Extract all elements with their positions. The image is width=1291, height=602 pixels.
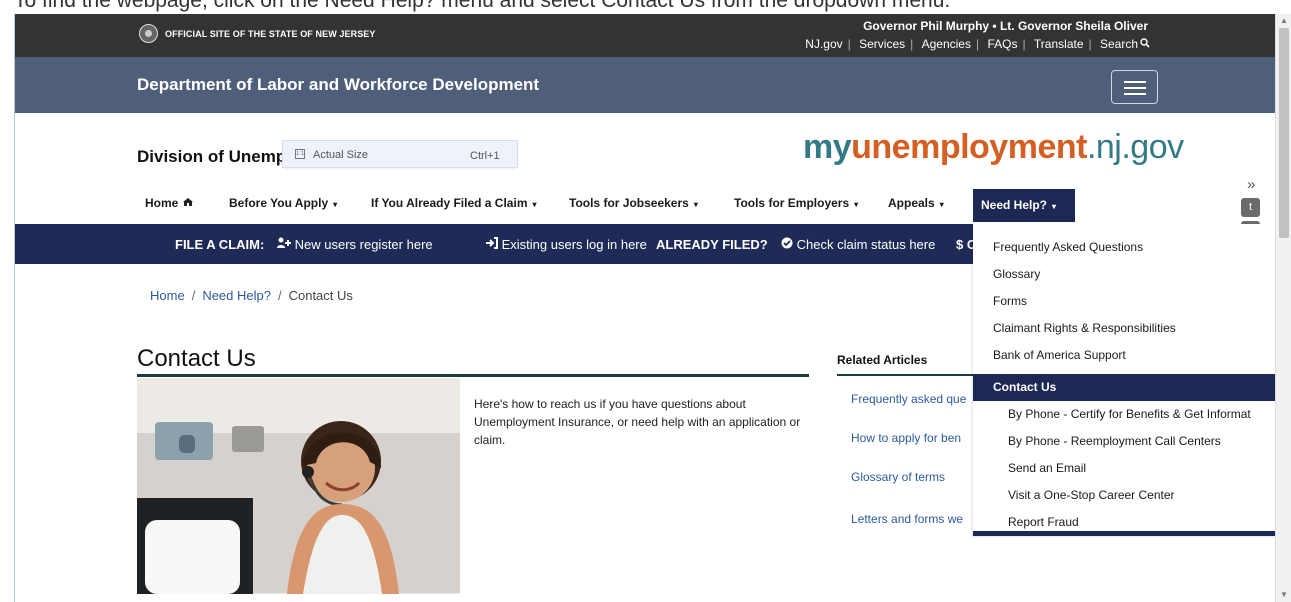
chevron-down-icon: ▾ xyxy=(532,200,537,209)
web-page-viewport: OFFICIAL SITE OF THE STATE OF NEW JERSEY… xyxy=(14,14,1275,602)
scroll-thumb[interactable] xyxy=(1279,28,1289,238)
breadcrumb: Home / Need Help? / Contact Us xyxy=(150,288,353,303)
related-link-glossary[interactable]: Glossary of terms xyxy=(851,470,945,484)
official-site-label: OFFICIAL SITE OF THE STATE OF NEW JERSEY xyxy=(165,29,376,39)
file-claim-label: FILE A CLAIM: xyxy=(175,237,265,252)
breadcrumb-current: Contact Us xyxy=(288,288,353,303)
existing-users-login-link[interactable]: Existing users log in here xyxy=(485,237,647,252)
check-circle-icon xyxy=(781,237,793,249)
hamburger-line-icon xyxy=(1124,81,1146,83)
menu-item-glossary[interactable]: Glossary xyxy=(973,261,1275,288)
top-link-divider: | xyxy=(847,37,851,51)
tooltip-shortcut: Ctrl+1 xyxy=(470,150,500,162)
governor-label: Governor Phil Murphy • Lt. Governor Shei… xyxy=(863,19,1148,33)
check-claim-status-link[interactable]: Check claim status here xyxy=(781,237,935,252)
top-link-divider: | xyxy=(1022,37,1026,51)
translate-link[interactable]: Translate xyxy=(1034,37,1084,51)
customer-service-photo xyxy=(137,378,460,594)
njgov-link[interactable]: NJ.gov xyxy=(805,37,842,51)
state-top-links: NJ.gov | Services | Agencies | FAQs | Transl… xyxy=(805,37,1150,51)
related-link-apply[interactable]: How to apply for ben xyxy=(851,431,961,445)
nav-before-you-apply[interactable]: Before You Apply ▾ xyxy=(229,196,337,210)
user-plus-icon xyxy=(277,237,291,248)
search-icon xyxy=(1140,38,1150,48)
menu-item-career-center[interactable]: Visit a One-Stop Career Center xyxy=(973,482,1275,509)
breadcrumb-home[interactable]: Home xyxy=(150,288,185,303)
new-users-register-link[interactable]: New users register here xyxy=(276,237,433,252)
hamburger-line-icon xyxy=(1124,93,1146,95)
already-filed-label: ALREADY FILED? xyxy=(656,237,768,252)
nav-filed-claim[interactable]: If You Already Filed a Claim ▾ xyxy=(371,196,537,210)
contact-intro-text: Here's how to reach us if you have quest… xyxy=(474,397,801,447)
nav-jobseekers[interactable]: Tools for Jobseekers ▾ xyxy=(569,196,698,210)
nav-employers[interactable]: Tools for Employers ▾ xyxy=(734,196,858,210)
breadcrumb-divider: / xyxy=(191,288,196,303)
nav-appeals[interactable]: Appeals ▾ xyxy=(888,196,944,210)
main-navigation: Home Before You Apply ▾ If You Already Fi… xyxy=(137,186,1247,226)
hamburger-line-icon xyxy=(1124,87,1146,89)
related-divider xyxy=(837,374,977,376)
home-icon xyxy=(182,198,193,206)
top-link-divider: | xyxy=(975,37,980,51)
chevron-down-icon: ▾ xyxy=(1052,202,1057,211)
menu-item-report-fraud[interactable]: Report Fraud xyxy=(973,509,1275,531)
instruction-caption: To find the webpage, click on the Need H… xyxy=(0,0,1291,14)
menu-toggle-button[interactable] xyxy=(1111,70,1158,104)
chevron-down-icon: ▾ xyxy=(854,200,859,209)
menu-item-contact-us[interactable]: Contact Us xyxy=(973,374,1275,401)
scroll-down-icon[interactable]: ▼ xyxy=(1280,590,1288,599)
services-link[interactable]: Services xyxy=(859,37,905,51)
customer-service-illustration xyxy=(137,378,460,594)
menu-item-email[interactable]: Send an Email xyxy=(973,455,1275,482)
breadcrumb-need-help[interactable]: Need Help? xyxy=(202,288,271,303)
breadcrumb-divider: / xyxy=(277,288,282,303)
need-help-dropdown: Frequently Asked Questions Glossary Form… xyxy=(973,224,1275,536)
menu-item-phone-certify[interactable]: By Phone - Certify for Benefits & Get In… xyxy=(973,401,1275,428)
login-icon xyxy=(486,237,498,249)
myunemployment-logo[interactable]: myunemployment.nj.gov xyxy=(803,128,1184,167)
agencies-link[interactable]: Agencies xyxy=(922,37,971,51)
state-seal-logo xyxy=(139,24,158,43)
top-link-divider: | xyxy=(910,37,914,51)
related-link-letters[interactable]: Letters and forms we xyxy=(851,512,963,526)
top-link-divider: | xyxy=(1088,37,1092,51)
chevron-down-icon: ▾ xyxy=(333,200,338,209)
zoom-tooltip: 1:1 Actual Size Ctrl+1 xyxy=(282,140,518,168)
faqs-link[interactable]: FAQs xyxy=(987,37,1017,51)
chevron-down-icon: ▾ xyxy=(939,200,944,209)
expand-share-icon[interactable]: » xyxy=(1247,176,1255,193)
related-articles-title: Related Articles xyxy=(837,353,928,367)
nav-need-help[interactable]: Need Help? ▾ xyxy=(973,189,1075,222)
page-title: Contact Us xyxy=(137,345,256,372)
menu-item-faq[interactable]: Frequently Asked Questions xyxy=(973,234,1275,261)
twitter-icon[interactable]: t xyxy=(1241,198,1260,217)
menu-item-rights[interactable]: Claimant Rights & Responsibilities xyxy=(973,315,1275,342)
search-link[interactable]: Search xyxy=(1100,37,1150,51)
menu-item-bank-support[interactable]: Bank of America Support xyxy=(973,342,1275,369)
state-top-bar: OFFICIAL SITE OF THE STATE OF NEW JERSEY… xyxy=(15,14,1275,57)
menu-item-phone-reemployment[interactable]: By Phone - Reemployment Call Centers xyxy=(973,428,1275,455)
related-link-faq[interactable]: Frequently asked que xyxy=(851,392,966,406)
browser-screenshot: To find the webpage, click on the Need H… xyxy=(0,0,1291,602)
menu-item-forms[interactable]: Forms xyxy=(973,288,1275,315)
chevron-down-icon: ▾ xyxy=(693,200,698,209)
tooltip-label: Actual Size xyxy=(313,149,369,161)
vertical-scrollbar[interactable]: ▲ ▼ xyxy=(1275,14,1291,602)
scroll-up-icon[interactable]: ▲ xyxy=(1280,16,1288,25)
department-title: Department of Labor and Workforce Develo… xyxy=(137,75,540,94)
nav-home[interactable]: Home xyxy=(145,196,194,210)
zoom-icon: 1:1 xyxy=(295,149,305,159)
title-divider xyxy=(137,374,809,377)
department-header: Department of Labor and Workforce Develo… xyxy=(15,57,1275,113)
